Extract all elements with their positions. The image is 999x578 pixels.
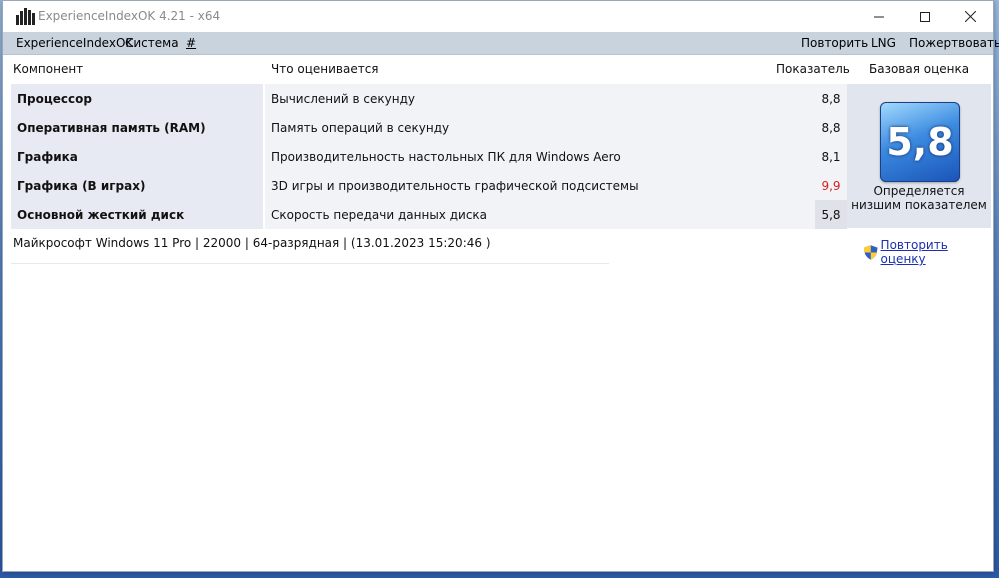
- rerate-link-group[interactable]: Повторить оценку: [864, 238, 993, 266]
- maximize-icon: [920, 11, 930, 22]
- menu-donate[interactable]: Пожертвовать: [909, 36, 999, 50]
- component-name: Процессор: [11, 84, 263, 113]
- system-info: Майкрософт Windows 11 Pro | 22000 | 64-р…: [13, 236, 491, 250]
- component-name: Графика: [11, 142, 263, 171]
- menu-experienceindexok[interactable]: ExperienceIndexOK: [16, 36, 133, 50]
- header-score: Показатель: [776, 62, 850, 76]
- table-row: Графика Производительность настольных ПК…: [11, 142, 847, 171]
- menu-system[interactable]: Система: [125, 36, 179, 50]
- menu-repeat[interactable]: Повторить: [801, 36, 868, 50]
- header-base-score: Базовая оценка: [869, 62, 970, 76]
- header-rated: Что оценивается: [271, 62, 379, 76]
- component-description: 3D игры и производительность графической…: [265, 171, 815, 200]
- component-description: Память операций в секунду: [265, 113, 815, 142]
- component-score-lowest: 5,8: [815, 200, 847, 229]
- table-row: Графика (В играх) 3D игры и производител…: [11, 171, 847, 200]
- shield-icon: [864, 244, 878, 260]
- minimize-button[interactable]: [856, 1, 902, 32]
- component-name: Графика (В играх): [11, 171, 263, 200]
- base-score-panel: 5,8 Определяется низшим показателем: [847, 84, 991, 228]
- base-score-value: 5,8: [886, 120, 954, 164]
- close-icon: [964, 11, 976, 22]
- app-icon: [16, 8, 35, 25]
- component-score: 8,8: [815, 113, 847, 142]
- app-window: ExperienceIndexOK 4.21 - x64 ExperienceI…: [2, 0, 999, 572]
- component-score: 8,1: [815, 142, 847, 171]
- component-description: Вычислений в секунду: [265, 84, 815, 113]
- component-description: Производительность настольных ПК для Win…: [265, 142, 815, 171]
- menu-hash[interactable]: #: [186, 36, 196, 50]
- maximize-button[interactable]: [902, 1, 948, 32]
- header-component: Компонент: [13, 62, 84, 76]
- component-description: Скорость передачи данных диска: [265, 200, 815, 229]
- component-name: Оперативная память (RAM): [11, 113, 263, 142]
- base-score-note: Определяется низшим показателем: [851, 184, 987, 212]
- divider: [11, 263, 609, 264]
- table-row: Процессор Вычислений в секунду 8,8: [11, 84, 847, 113]
- menu-lng[interactable]: LNG: [871, 36, 896, 50]
- menu-bar: ExperienceIndexOK Система # Повторить LN…: [3, 32, 999, 55]
- close-button[interactable]: [947, 1, 993, 32]
- rerate-link[interactable]: Повторить оценку: [881, 238, 993, 266]
- title-bar[interactable]: ExperienceIndexOK 4.21 - x64: [3, 1, 993, 32]
- minimize-icon: [874, 16, 884, 17]
- table-row: Оперативная память (RAM) Память операций…: [11, 113, 847, 142]
- component-name: Основной жесткий диск: [11, 200, 263, 229]
- component-score-highest: 9,9: [815, 171, 847, 200]
- component-score: 8,8: [815, 84, 847, 113]
- base-score-badge: 5,8: [880, 102, 960, 182]
- table-row: Основной жесткий диск Скорость передачи …: [11, 200, 847, 229]
- window-title: ExperienceIndexOK 4.21 - x64: [38, 9, 221, 23]
